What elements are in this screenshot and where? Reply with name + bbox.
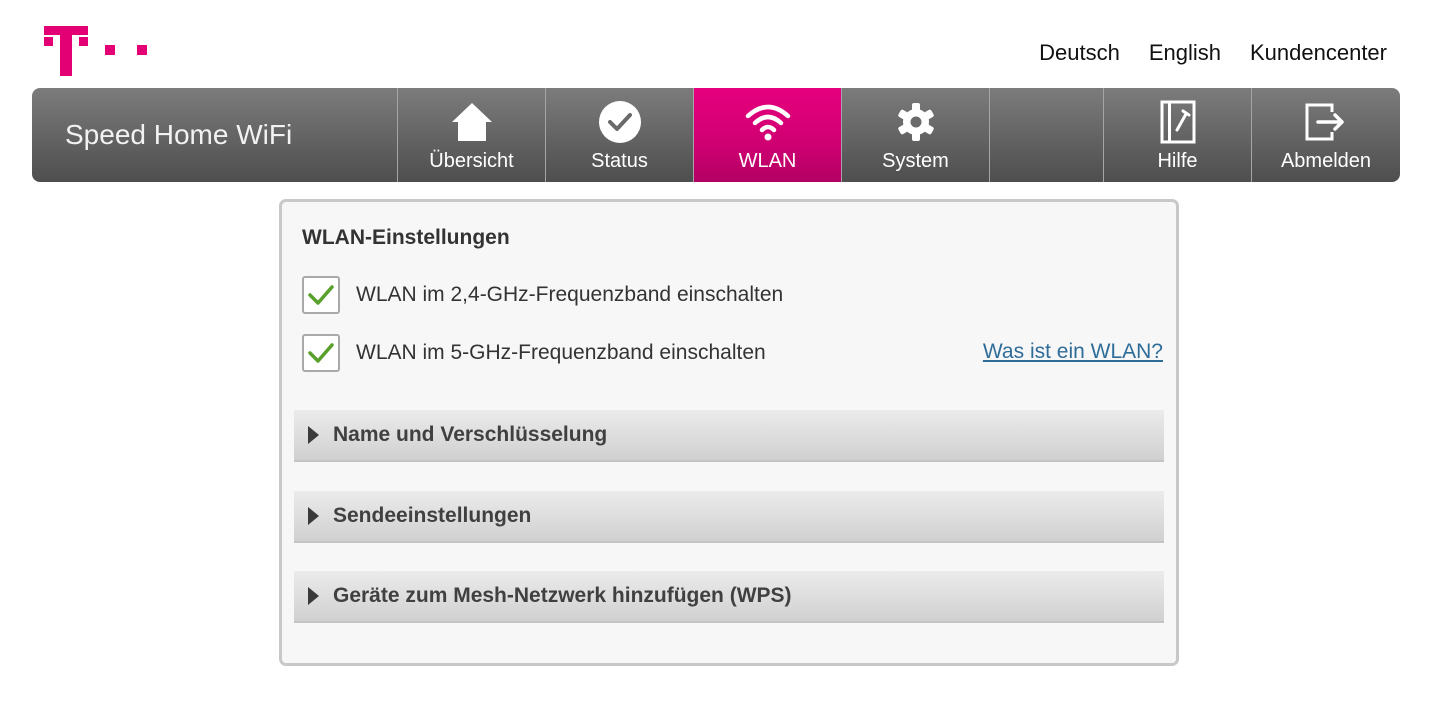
wlan-5ghz-row: WLAN im 5-GHz-Frequenzband einschalten — [302, 334, 766, 372]
home-icon — [450, 100, 494, 144]
gear-icon — [895, 100, 937, 144]
wlan-24ghz-checkbox[interactable] — [302, 276, 340, 314]
checkmark-icon — [308, 285, 334, 305]
panel-title: WLAN-Einstellungen — [302, 226, 510, 249]
nav-status[interactable]: Status — [546, 88, 694, 182]
caret-right-icon — [308, 587, 319, 605]
nav-system-label: System — [882, 150, 949, 172]
nav-abmelden-label: Abmelden — [1280, 150, 1372, 172]
accordion-sendeeinstellungen[interactable]: Sendeeinstellungen — [294, 491, 1164, 543]
product-name: Speed Home WiFi — [32, 88, 398, 182]
nav-wlan[interactable]: WLAN — [694, 88, 842, 182]
accordion-label: Geräte zum Mesh-Netzwerk hinzufügen (WPS… — [333, 584, 792, 607]
telekom-logo[interactable] — [44, 26, 154, 76]
nav-hilfe[interactable]: Hilfe — [1104, 88, 1252, 182]
logout-icon — [1304, 100, 1348, 144]
wlan-5ghz-label: WLAN im 5-GHz-Frequenzband einschalten — [356, 341, 766, 364]
nav-system[interactable]: System — [842, 88, 990, 182]
nav-wlan-label: WLAN — [738, 150, 797, 172]
help-book-icon — [1160, 100, 1196, 144]
caret-right-icon — [308, 507, 319, 525]
caret-right-icon — [308, 426, 319, 444]
lang-english-link[interactable]: English — [1149, 40, 1221, 66]
nav-hilfe-label: Hilfe — [1157, 150, 1198, 172]
header-links: Deutsch English Kundencenter — [1039, 40, 1387, 66]
wlan-24ghz-row: WLAN im 2,4-GHz-Frequenzband einschalten — [302, 276, 783, 314]
accordion-label: Sendeeinstellungen — [333, 504, 532, 527]
lang-deutsch-link[interactable]: Deutsch — [1039, 40, 1120, 66]
kundencenter-link[interactable]: Kundencenter — [1250, 40, 1387, 66]
was-ist-wlan-link[interactable]: Was ist ein WLAN? — [983, 340, 1163, 364]
checkmark-icon — [308, 343, 334, 363]
main-navbar: Speed Home WiFi Übersicht Status WLAN Sy… — [32, 88, 1400, 182]
wlan-settings-panel: WLAN-Einstellungen WLAN im 2,4-GHz-Frequ… — [279, 199, 1179, 666]
check-circle-icon — [598, 100, 642, 144]
nav-status-label: Status — [591, 150, 648, 172]
nav-spacer — [990, 88, 1104, 182]
nav-uebersicht-label: Übersicht — [429, 150, 514, 172]
wlan-24ghz-label: WLAN im 2,4-GHz-Frequenzband einschalten — [356, 283, 784, 306]
accordion-label: Name und Verschlüsselung — [333, 423, 608, 446]
wlan-5ghz-checkbox[interactable] — [302, 334, 340, 372]
nav-abmelden[interactable]: Abmelden — [1252, 88, 1400, 182]
nav-uebersicht[interactable]: Übersicht — [398, 88, 546, 182]
accordion-mesh-wps[interactable]: Geräte zum Mesh-Netzwerk hinzufügen (WPS… — [294, 571, 1164, 623]
wifi-icon — [744, 100, 792, 144]
accordion-name-verschluesselung[interactable]: Name und Verschlüsselung — [294, 410, 1164, 462]
